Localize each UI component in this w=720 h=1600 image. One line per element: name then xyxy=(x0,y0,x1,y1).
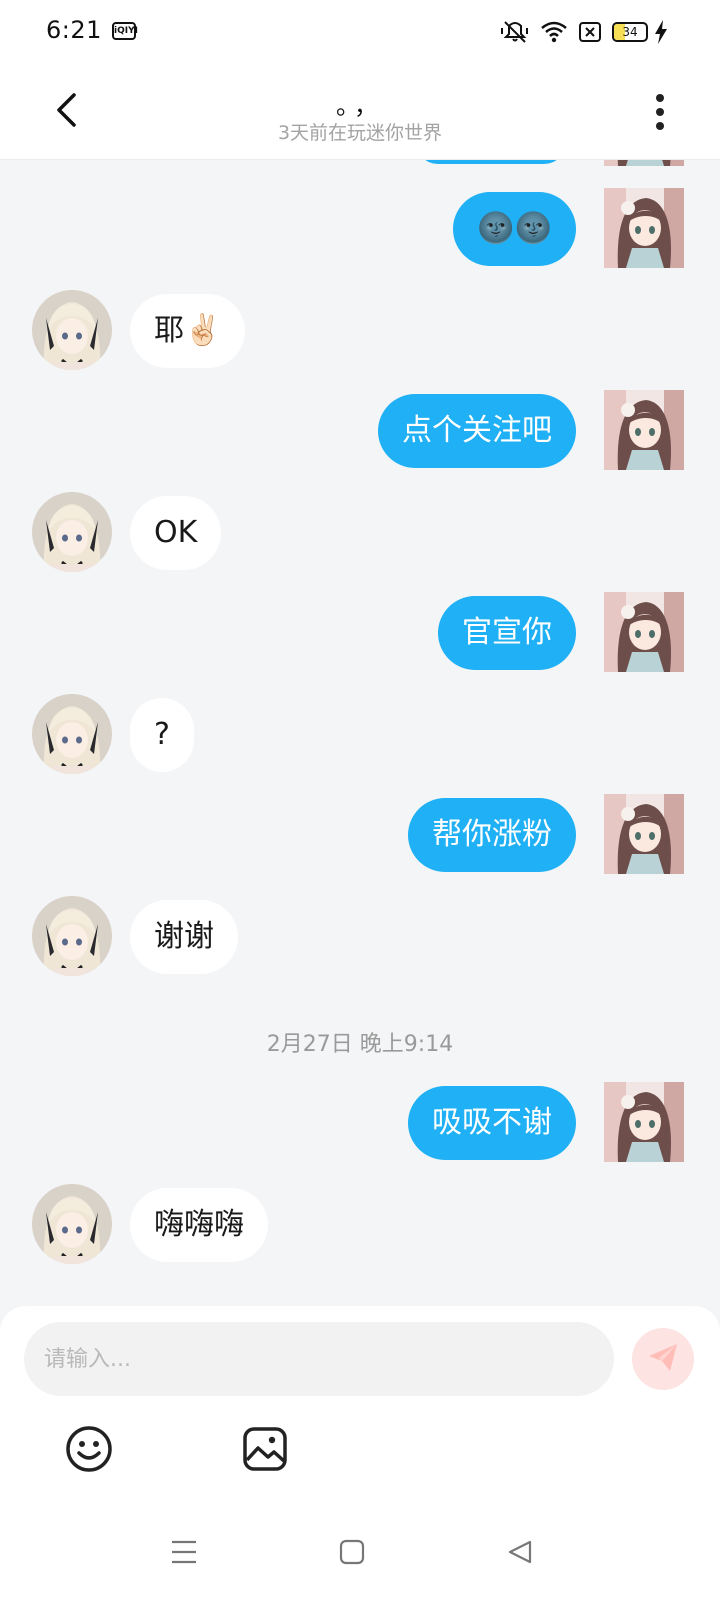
status-bar: 6:21 iQIYI 34 xyxy=(0,0,720,64)
charging-icon xyxy=(654,20,668,48)
message-bubble-in[interactable]: 谢谢 xyxy=(130,900,238,974)
message-row-out: 帮你涨粉 xyxy=(0,794,720,874)
message-input[interactable] xyxy=(24,1322,614,1396)
message-row-out: 🌚🌚 xyxy=(0,188,720,268)
message-bubble-in[interactable]: 嗨嗨嗨 xyxy=(130,1188,268,1262)
message-bubble-out[interactable]: 官宣你 xyxy=(438,596,576,670)
message-row-in: ? xyxy=(0,694,720,774)
message-row-out: 吸吸不谢 xyxy=(0,1082,720,1162)
menu-icon xyxy=(169,1539,199,1569)
message-bubble-partial xyxy=(416,160,566,164)
message-bubble-in[interactable]: OK xyxy=(130,496,222,570)
no-sim-icon xyxy=(578,21,602,43)
my-avatar[interactable] xyxy=(604,794,684,874)
message-row-out: 官宣你 xyxy=(0,592,720,672)
message-row-out: 点个关注吧 xyxy=(0,390,720,470)
status-icons: 34 xyxy=(500,18,648,46)
message-bubble-in[interactable]: 耶✌🏻 xyxy=(130,294,246,368)
message-row-in: 谢谢 xyxy=(0,896,720,976)
message-row-in: 嗨嗨嗨 xyxy=(0,1184,720,1264)
my-avatar[interactable] xyxy=(604,1082,684,1162)
message-bubble-out[interactable]: 帮你涨粉 xyxy=(408,798,576,872)
contact-avatar[interactable] xyxy=(32,1184,112,1264)
chat-header: 。， 3天前在玩迷你世界 xyxy=(0,64,720,160)
contact-avatar[interactable] xyxy=(32,694,112,774)
back-triangle-icon xyxy=(506,1538,534,1570)
contact-status: 3天前在玩迷你世界 xyxy=(277,122,443,144)
recents-button[interactable] xyxy=(164,1534,204,1574)
emoji-icon xyxy=(65,1425,113,1477)
back-nav-button[interactable] xyxy=(500,1534,540,1574)
message-bubble-out[interactable]: 点个关注吧 xyxy=(378,394,576,468)
image-button[interactable] xyxy=(238,1424,292,1478)
message-bubble-out[interactable]: 吸吸不谢 xyxy=(408,1086,576,1160)
battery-icon: 34 xyxy=(612,22,648,42)
message-bubble-in[interactable]: ? xyxy=(130,698,194,772)
my-avatar[interactable] xyxy=(604,390,684,470)
my-avatar-partial xyxy=(604,160,684,166)
more-vertical-icon xyxy=(656,94,664,130)
status-time: 6:21 xyxy=(46,16,102,44)
message-bubble-out[interactable]: 🌚🌚 xyxy=(453,192,576,266)
my-avatar[interactable] xyxy=(604,188,684,268)
battery-level: 34 xyxy=(622,25,638,39)
contact-avatar[interactable] xyxy=(32,492,112,572)
home-button[interactable] xyxy=(332,1534,372,1574)
message-row-in: OK xyxy=(0,492,720,572)
send-plane-icon xyxy=(646,1340,680,1378)
mute-icon xyxy=(500,19,530,45)
home-icon xyxy=(338,1538,366,1570)
contact-avatar[interactable] xyxy=(32,896,112,976)
emoji-button[interactable] xyxy=(62,1424,116,1478)
time-divider: 2月27日 晚上9:14 xyxy=(266,1032,454,1057)
contact-avatar[interactable] xyxy=(32,290,112,370)
iqiyi-app-icon: iQIYI xyxy=(112,22,138,40)
chat-screen: 6:21 iQIYI 34 。， 3天前在玩迷你世界 🌚🌚 耶✌🏻 点个关注吧 … xyxy=(0,0,720,1600)
message-row-in: 耶✌🏻 xyxy=(0,290,720,370)
wifi-icon xyxy=(540,20,568,44)
message-list[interactable]: 🌚🌚 耶✌🏻 点个关注吧 OK 官宣你 ? 帮你涨粉 谢谢 2月27日 晚上9:… xyxy=(0,160,720,1310)
contact-name: 。， xyxy=(336,92,384,120)
system-nav-bar xyxy=(0,1520,720,1600)
send-button[interactable] xyxy=(632,1328,694,1390)
image-icon xyxy=(242,1426,288,1476)
my-avatar[interactable] xyxy=(604,592,684,672)
more-options-button[interactable] xyxy=(640,88,680,136)
